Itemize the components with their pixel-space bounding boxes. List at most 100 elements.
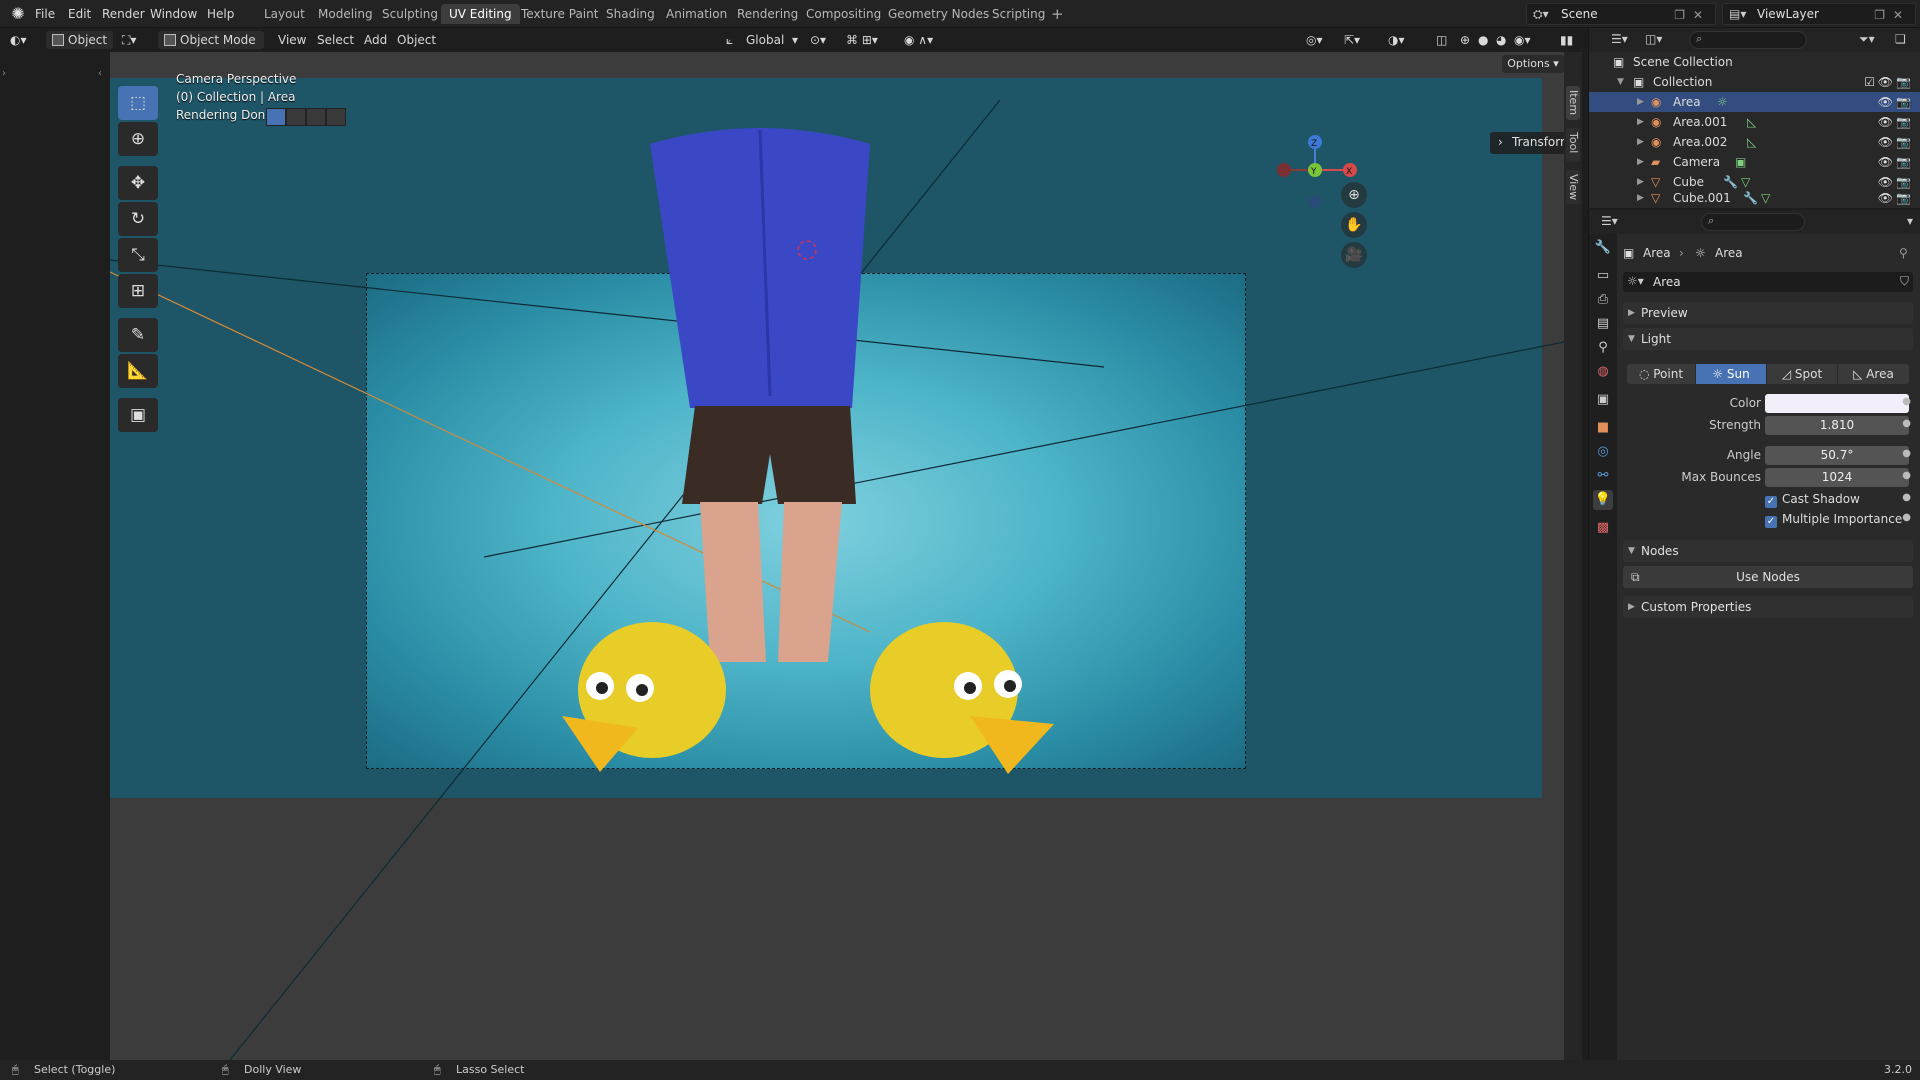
light-type-point[interactable]: ◌ Point [1627,364,1695,384]
shading-solid-icon[interactable]: ● [1478,31,1488,49]
keyframe-dot-icon[interactable]: ● [1902,448,1911,459]
light-type-sun[interactable]: ☼ Sun [1696,364,1766,384]
strength-field[interactable]: 1.810 [1765,416,1909,435]
properties-search-input[interactable]: ⌕ [1701,213,1805,231]
filter-icon[interactable]: ⏷▾ [1859,32,1875,47]
mode-dropdown[interactable]: Object Mode ▾ [158,31,264,65]
transform-tool-icon[interactable]: ⊞ [118,274,158,308]
scene-tab-icon[interactable]: ⚲ [1593,338,1613,358]
render-camera-icon[interactable]: 📷 [1896,152,1911,172]
tab-view[interactable]: View [1566,170,1580,204]
pause-icon[interactable]: ▮▮ [1560,31,1573,49]
outliner-editor-icon[interactable]: ☰▾ [1611,32,1628,46]
visibility-icon[interactable]: ◎▾ [1306,31,1323,49]
eye-icon[interactable]: 👁 [1878,132,1893,152]
object-tab-icon[interactable]: ■ [1593,418,1613,438]
xray-icon[interactable]: ◫ [1436,31,1447,49]
expand-triangle-icon[interactable]: ▼ [1617,72,1624,92]
light-datablock-field[interactable]: ☼▾ Area ⛉ [1623,272,1913,292]
proportional-edit-icon[interactable]: ◉ ∧▾ [904,31,933,49]
outliner-collection[interactable]: ▼ ▣ Collection ☑ 👁 📷 [1589,72,1920,92]
scene-buttons-icon[interactable]: ❐✕ [1674,5,1711,25]
rotate-tool-icon[interactable]: ↻ [118,202,158,236]
collapsed-triangle-icon[interactable]: ▶ [1637,92,1644,112]
menu-window[interactable]: Window [150,5,197,23]
output-tab-icon[interactable]: ⎙ [1593,290,1613,310]
transform-orientation-dropdown[interactable]: Global [746,31,784,49]
shading-material-icon[interactable]: ◕ [1496,31,1506,49]
keyframe-dot-icon[interactable]: ● [1902,418,1911,429]
tab-geometry-nodes[interactable]: Geometry Nodes [880,4,997,24]
panel-light[interactable]: ▼ Light [1623,328,1913,350]
eye-icon[interactable]: 👁 [1878,152,1893,172]
collapsed-triangle-icon[interactable]: ▶ [1637,188,1644,208]
shading-rendered-icon[interactable]: ◉▾ [1514,31,1531,49]
collapsed-triangle-icon[interactable]: ▶ [1637,152,1644,172]
shading-wireframe-icon[interactable]: ⊕ [1460,31,1470,49]
use-nodes-button[interactable]: ⧉ Use Nodes [1623,566,1913,588]
constraints-tab-icon[interactable]: ⚯ [1593,466,1613,486]
render-camera-icon[interactable]: 📷 [1896,92,1911,112]
render-camera-icon[interactable]: 📷 [1896,112,1911,132]
eye-icon[interactable]: 👁 [1878,188,1893,208]
display-mode-icon[interactable]: ◫▾ [1645,32,1662,46]
gizmo-neg-z-ball[interactable] [1309,196,1321,208]
blender-logo-icon[interactable]: ✺ [8,4,28,24]
collection-checkbox-icon[interactable]: ☑ [1864,72,1875,92]
eye-icon[interactable]: 👁 [1878,72,1893,92]
gizmo-icon[interactable]: ⇱▾ [1344,31,1360,49]
fake-user-shield-icon[interactable]: ⛉ [1900,274,1909,289]
pivot-point-icon[interactable]: ⊙▾ [810,31,826,49]
tab-compositing[interactable]: Compositing [798,4,889,24]
outliner-item-cube-001[interactable]: ▶ ▽ Cube.001 🔧 ▽ 👁 📷 [1589,188,1920,208]
options-dropdown[interactable]: Options ▾ [1502,55,1564,73]
menu-select[interactable]: Select [317,31,354,49]
viewport-editor-icon[interactable]: ⛶▾ [122,31,136,49]
tab-item[interactable]: Item [1566,86,1580,120]
tab-animation[interactable]: Animation [658,4,735,24]
menu-add[interactable]: Add [364,31,387,49]
3d-viewport[interactable]: Z Y X Camera Perspective (0) Collection … [110,52,1564,1060]
tab-tool[interactable]: Tool [1566,128,1580,162]
chevron-down-icon[interactable]: ▾ [792,31,798,49]
move-tool-icon[interactable]: ✥ [118,166,158,200]
cast-shadow-checkbox[interactable]: ✓ Cast Shadow [1765,492,1860,508]
menu-view[interactable]: View [278,31,306,49]
menu-render[interactable]: Render [102,5,145,23]
texture-tab-icon[interactable]: ▩ [1593,518,1613,538]
light-data-tab-icon[interactable]: 💡 [1593,490,1613,510]
pan-hand-icon[interactable]: ✋ [1341,212,1367,238]
max-bounces-field[interactable]: 1024 [1765,468,1909,487]
tab-layout[interactable]: Layout [256,4,313,24]
collapsed-triangle-icon[interactable]: ▶ [1637,112,1644,132]
panel-preview[interactable]: ▶ Preview [1623,302,1913,324]
multiple-importance-checkbox[interactable]: ✓ Multiple Importance [1765,512,1902,528]
eye-icon[interactable]: 👁 [1878,92,1893,112]
keyframe-dot-icon[interactable]: ● [1902,470,1911,481]
view-layer-tab-icon[interactable]: ▤ [1593,314,1613,334]
world-tab-icon[interactable]: ◍ [1593,362,1613,382]
tab-uv-editing[interactable]: UV Editing [441,4,520,24]
view-layer-buttons-icon[interactable]: ❐✕ [1874,5,1911,25]
light-type-spot[interactable]: ◿ Spot [1767,364,1837,384]
outliner-item-area-001[interactable]: ▶ ◉ Area.001 ◺ 👁 📷 [1589,112,1920,132]
add-workspace-icon[interactable]: + [1051,4,1064,24]
outliner-scene-collection[interactable]: ▣ Scene Collection [1589,52,1920,72]
color-swatch[interactable] [1765,394,1909,413]
outliner-search-input[interactable]: ⌕ [1689,31,1807,49]
menu-edit[interactable]: Edit [68,5,91,23]
snap-icon[interactable]: ⌘ ⊞▾ [846,31,878,49]
cursor-tool-icon[interactable]: ⊕ [118,122,158,156]
collapsed-triangle-icon[interactable]: ▶ [1637,132,1644,152]
physics-tab-icon[interactable]: ◎ [1593,442,1613,462]
camera-view-icon[interactable]: 🎥 [1341,242,1367,268]
new-collection-icon[interactable]: ❏ [1895,32,1906,46]
collapse-arrow-icon[interactable]: ‹ [98,68,102,79]
select-new-icon[interactable] [266,108,286,126]
keyframe-dot-icon[interactable]: ● [1902,396,1911,407]
outliner-item-area-002[interactable]: ▶ ◉ Area.002 ◺ 👁 📷 [1589,132,1920,152]
menu-file[interactable]: File [35,5,55,23]
panel-custom-properties[interactable]: ▶ Custom Properties [1623,596,1913,618]
tab-rendering[interactable]: Rendering [729,4,806,24]
pin-icon[interactable]: ⚲ [1899,246,1908,260]
